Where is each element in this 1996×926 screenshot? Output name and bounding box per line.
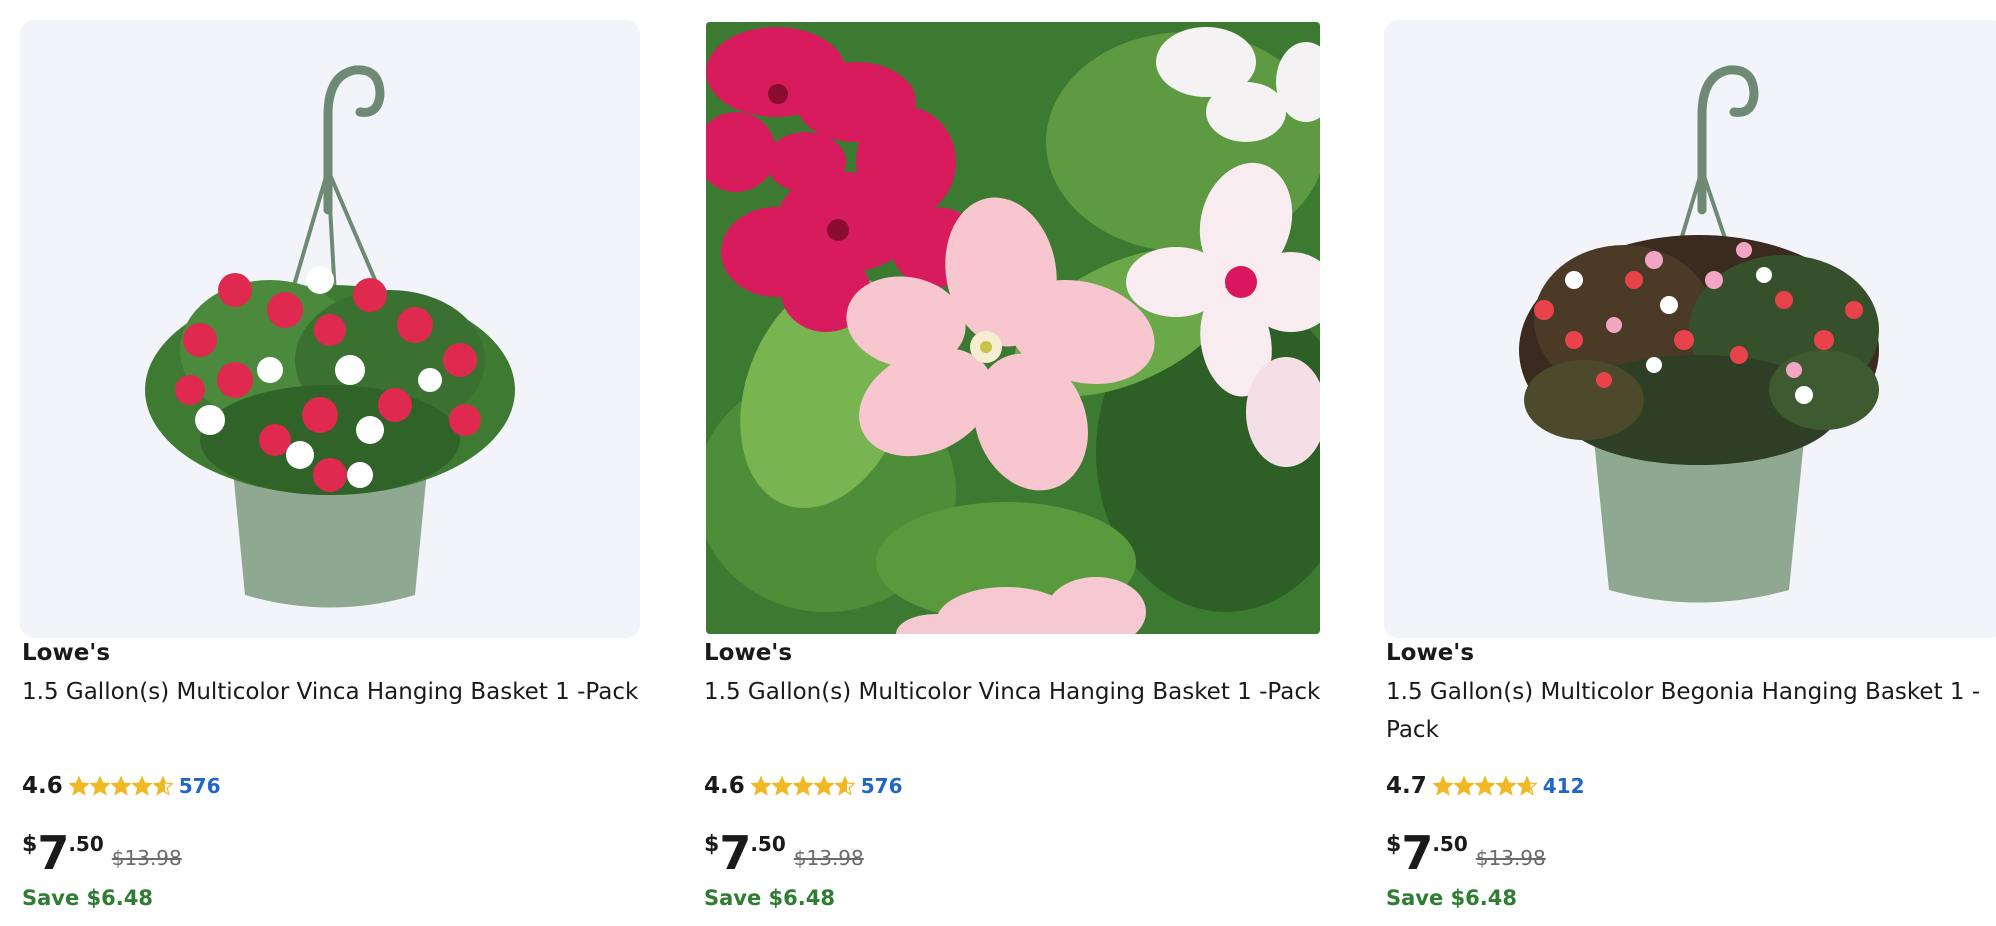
was-price: $13.98 (793, 846, 864, 870)
price-cents: .50 (68, 832, 104, 856)
rating-row: 4.7 412 (1386, 768, 1585, 804)
price: $ 7 .50 $13.98 (704, 828, 864, 878)
vinca-flowers-closeup-image (706, 22, 1320, 634)
star-rating (68, 776, 173, 796)
price-currency: $ (22, 832, 38, 857)
product-image[interactable] (706, 22, 1320, 634)
star-icon (834, 776, 855, 796)
price-dollars: 7 (37, 826, 69, 880)
product-card[interactable]: Lowe's 1.5 Gallon(s) Multicolor Vinca Ha… (20, 0, 640, 926)
star-icon (152, 776, 173, 796)
rating-row: 4.6 576 (704, 768, 903, 804)
rating-value: 4.6 (704, 773, 745, 799)
rating-value: 4.7 (1386, 773, 1427, 799)
product-brand: Lowe's (1386, 640, 1475, 666)
star-icon (110, 776, 131, 796)
review-count-link[interactable]: 576 (179, 774, 221, 798)
price-currency: $ (704, 832, 720, 857)
review-count-link[interactable]: 412 (1543, 774, 1585, 798)
star-icon (813, 776, 834, 796)
star-icon (750, 776, 771, 796)
product-brand: Lowe's (704, 640, 793, 666)
star-icon (68, 776, 89, 796)
star-icon (1474, 776, 1495, 796)
savings-label: Save $6.48 (704, 886, 835, 910)
price-dollars: 7 (719, 826, 751, 880)
star-icon (792, 776, 813, 796)
star-icon (89, 776, 110, 796)
product-brand: Lowe's (22, 640, 111, 666)
rating-value: 4.6 (22, 773, 63, 799)
price-currency: $ (1386, 832, 1402, 857)
price-cents: .50 (1432, 832, 1468, 856)
price: $ 7 .50 $13.98 (22, 828, 182, 878)
product-image[interactable] (1384, 20, 1996, 638)
rating-row: 4.6 576 (22, 768, 221, 804)
product-card[interactable]: Lowe's 1.5 Gallon(s) Multicolor Vinca Ha… (702, 0, 1322, 926)
product-title-link[interactable]: 1.5 Gallon(s) Multicolor Vinca Hanging B… (704, 673, 1324, 711)
product-title-link[interactable]: 1.5 Gallon(s) Multicolor Begonia Hanging… (1386, 673, 1996, 749)
vinca-hanging-basket-image (145, 65, 515, 608)
price-dollars: 7 (1401, 826, 1433, 880)
star-icon (1495, 776, 1516, 796)
star-icon (1453, 776, 1474, 796)
savings-label: Save $6.48 (1386, 886, 1517, 910)
star-icon (771, 776, 792, 796)
product-image[interactable] (20, 20, 640, 638)
star-rating (750, 776, 855, 796)
star-icon (131, 776, 152, 796)
price: $ 7 .50 $13.98 (1386, 828, 1546, 878)
review-count-link[interactable]: 576 (861, 774, 903, 798)
product-title-link[interactable]: 1.5 Gallon(s) Multicolor Vinca Hanging B… (22, 673, 642, 711)
star-rating (1432, 776, 1537, 796)
begonia-hanging-basket-image (1519, 65, 1879, 603)
was-price: $13.98 (1475, 846, 1546, 870)
price-cents: .50 (750, 832, 786, 856)
savings-label: Save $6.48 (22, 886, 153, 910)
star-icon (1432, 776, 1453, 796)
star-icon (1516, 776, 1537, 796)
product-card[interactable]: Lowe's 1.5 Gallon(s) Multicolor Begonia … (1384, 0, 1996, 926)
was-price: $13.98 (111, 846, 182, 870)
